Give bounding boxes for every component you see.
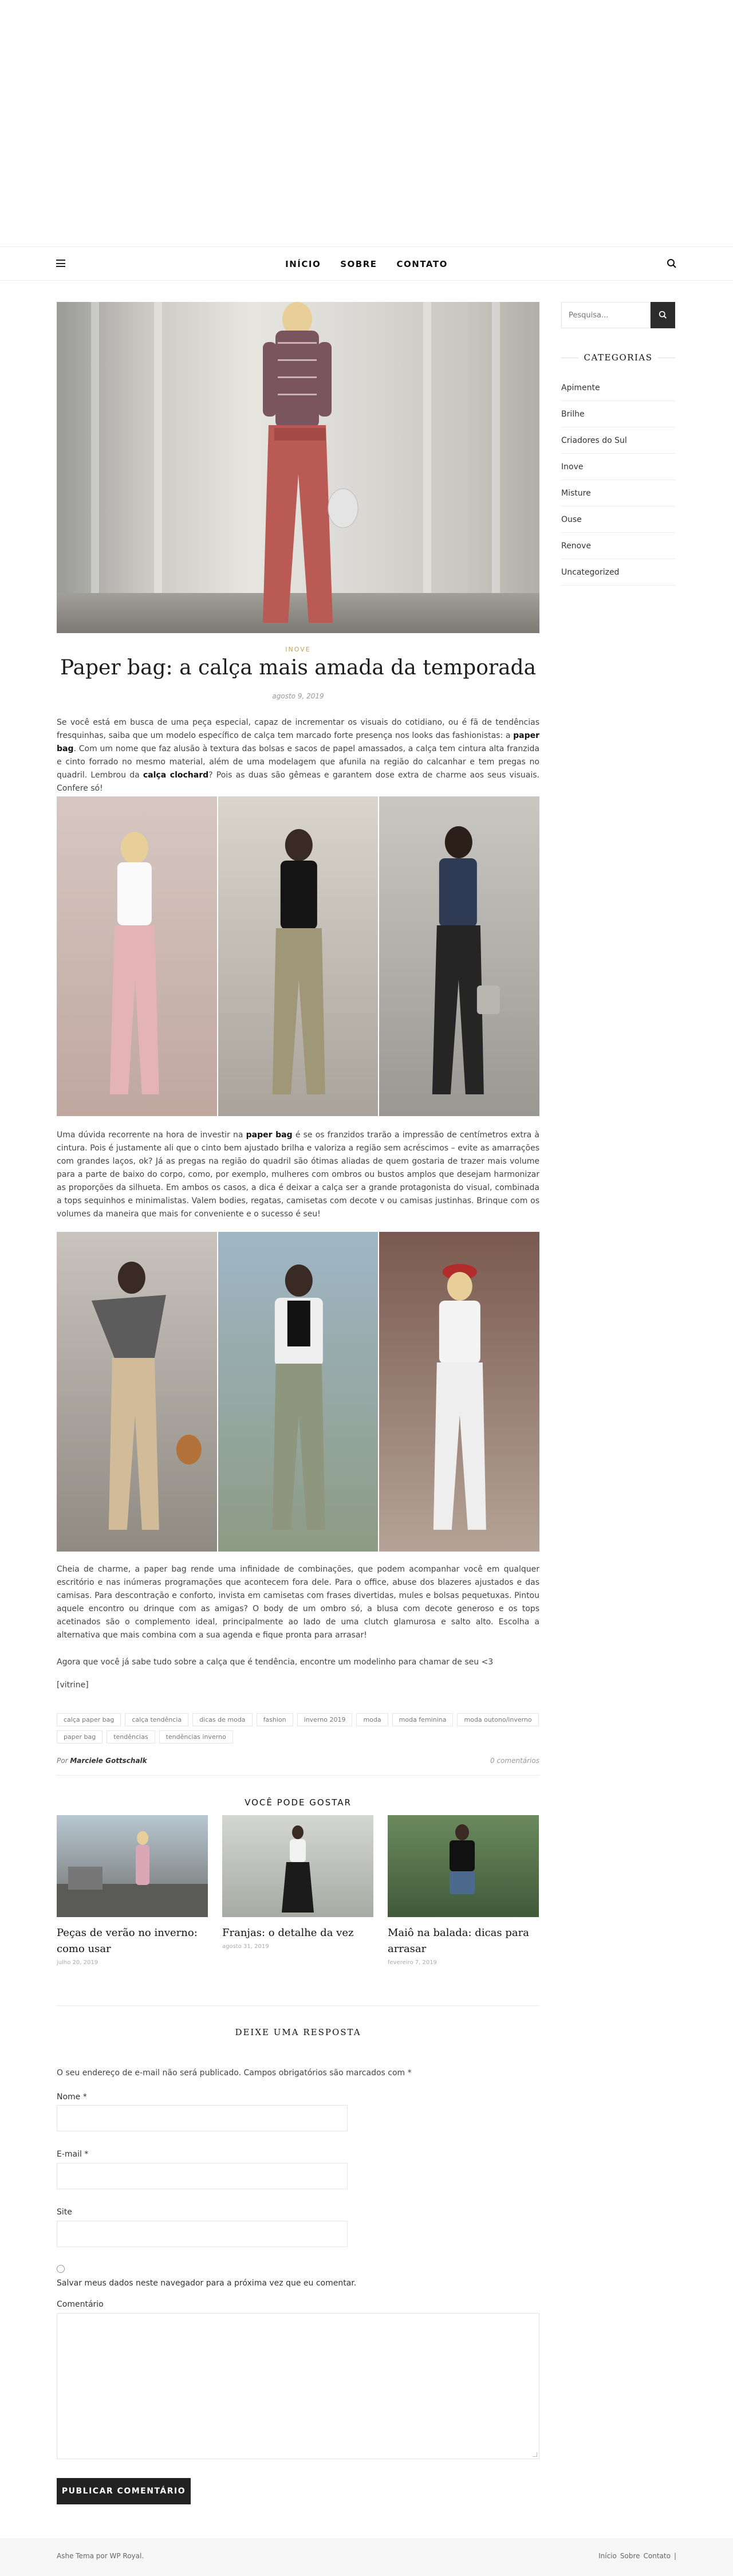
post-byline: Por Marciele Gottschalk: [57, 1757, 147, 1765]
related-thumbnail[interactable]: [388, 1815, 539, 1917]
reply-note: O seu endereço de e-mail não será public…: [57, 2068, 412, 2078]
sidebar-search-input[interactable]: [561, 302, 651, 328]
search-icon[interactable]: [667, 258, 677, 269]
related-date: julho 20, 2019: [57, 1960, 98, 1966]
post-body-4: Agora que você já sabe tudo sobre a calç…: [57, 1658, 494, 1667]
image-collage-1: [57, 796, 540, 1116]
post-date: agosto 9, 2019: [272, 692, 324, 700]
categories-list: Apimente Brilhe Criadores do Sul Inove M…: [561, 375, 675, 586]
tag-link[interactable]: moda outono/inverno: [457, 1713, 539, 1726]
related-posts: Peças de verão no inverno: como usar jul…: [57, 1815, 539, 1966]
submit-comment-button[interactable]: Publicar comentário: [57, 2478, 191, 2504]
divider: [57, 1775, 539, 1776]
post-body-3: Cheia de charme, a paper bag rende uma i…: [57, 1565, 539, 1640]
tag-link[interactable]: fashion: [256, 1713, 293, 1726]
category-link[interactable]: Misture: [561, 480, 675, 506]
save-data-checkbox[interactable]: [57, 2265, 65, 2273]
collage-photo[interactable]: [57, 796, 217, 1116]
related-post-card[interactable]: Maiô na balada: dicas para arrasar fever…: [388, 1815, 539, 1966]
tag-link[interactable]: tendências inverno: [159, 1730, 233, 1743]
tag-link[interactable]: inverno 2019: [297, 1713, 353, 1726]
tag-link[interactable]: paper bag: [57, 1730, 103, 1743]
footer-separator: |: [673, 2552, 676, 2560]
tag-link[interactable]: moda: [356, 1713, 388, 1726]
reply-heading: Deixe uma resposta: [235, 2027, 361, 2037]
related-thumbnail[interactable]: [222, 1815, 373, 1917]
site-field[interactable]: [57, 2221, 348, 2247]
categories-title: Categorias: [561, 352, 675, 363]
nav-item-contato[interactable]: Contato: [397, 259, 448, 269]
post-category[interactable]: Inove: [57, 646, 539, 653]
category-link[interactable]: Brilhe: [561, 401, 675, 427]
email-field[interactable]: [57, 2163, 348, 2189]
post-title: Paper bag: a calça mais amada da tempora…: [60, 656, 537, 680]
collage-photo[interactable]: [218, 796, 379, 1116]
post-intro: Se você está em busca de uma peça especi…: [57, 718, 539, 793]
byline-prefix: Por: [57, 1757, 68, 1765]
tag-link[interactable]: tendências: [107, 1730, 155, 1743]
image-collage-2: [57, 1232, 540, 1552]
related-title[interactable]: Peças de verão no inverno: como usar: [57, 1925, 208, 1957]
footer-link-contato[interactable]: Contato: [644, 2552, 671, 2560]
site-footer: Ashe Tema por WP Royal. Início Sobre Con…: [0, 2538, 733, 2576]
tag-link[interactable]: dicas de moda: [192, 1713, 253, 1726]
post-tags: calça paper bag calça tendência dicas de…: [57, 1713, 539, 1743]
footer-link-sobre[interactable]: Sobre: [620, 2552, 640, 2560]
top-navigation: Início Sobre Contato: [0, 246, 733, 281]
author-link[interactable]: Marciele Gottschalk: [70, 1757, 147, 1765]
featured-image[interactable]: [57, 302, 539, 633]
comments-count-link[interactable]: 0 comentários: [490, 1757, 539, 1765]
collage-photo[interactable]: [379, 796, 540, 1116]
footer-credit[interactable]: Ashe Tema por WP Royal.: [57, 2552, 144, 2560]
site-label: Site: [57, 2208, 72, 2217]
name-label: Nome *: [57, 2092, 87, 2102]
comment-label: Comentário: [57, 2300, 104, 2309]
sidebar-search-button[interactable]: [651, 302, 675, 328]
tag-link[interactable]: calça paper bag: [57, 1713, 121, 1726]
related-heading: Você pode gostar: [245, 1797, 352, 1808]
post-body-5: [vitrine]: [57, 1680, 89, 1690]
divider: [57, 2005, 539, 2006]
related-date: agosto 31, 2019: [222, 1943, 269, 1950]
comment-textarea[interactable]: [57, 2313, 539, 2459]
category-link[interactable]: Apimente: [561, 375, 675, 401]
collage-photo[interactable]: [57, 1232, 217, 1552]
related-date: fevereiro 7, 2019: [388, 1960, 437, 1966]
collage-photo[interactable]: [379, 1232, 540, 1552]
related-title[interactable]: Maiô na balada: dicas para arrasar: [388, 1925, 539, 1957]
search-icon: [659, 311, 667, 319]
post-body-2: Uma dúvida recorrente na hora de investi…: [57, 1130, 539, 1219]
nav-item-inicio[interactable]: Início: [285, 259, 321, 269]
main-menu: Início Sobre Contato: [0, 247, 733, 281]
save-data-label: Salvar meus dados neste navegador para a…: [57, 2279, 357, 2288]
related-post-card[interactable]: Franjas: o detalhe da vez agosto 31, 201…: [222, 1815, 373, 1966]
footer-menu: Início Sobre Contato |: [598, 2552, 676, 2560]
category-link[interactable]: Ouse: [561, 506, 675, 533]
name-field[interactable]: [57, 2105, 348, 2131]
related-post-card[interactable]: Peças de verão no inverno: como usar jul…: [57, 1815, 208, 1966]
related-thumbnail[interactable]: [57, 1815, 208, 1917]
collage-photo[interactable]: [218, 1232, 379, 1552]
category-link[interactable]: Uncategorized: [561, 559, 675, 586]
category-link[interactable]: Renove: [561, 533, 675, 559]
related-title[interactable]: Franjas: o detalhe da vez: [222, 1925, 373, 1941]
category-link[interactable]: Criadores do Sul: [561, 427, 675, 454]
tag-link[interactable]: calça tendência: [125, 1713, 189, 1726]
email-label: E-mail *: [57, 2150, 89, 2159]
footer-link-inicio[interactable]: Início: [598, 2552, 617, 2560]
category-link[interactable]: Inove: [561, 454, 675, 480]
nav-item-sobre[interactable]: Sobre: [340, 259, 377, 269]
tag-link[interactable]: moda feminina: [392, 1713, 454, 1726]
